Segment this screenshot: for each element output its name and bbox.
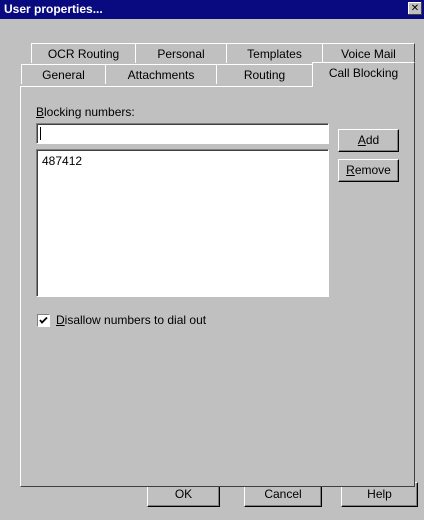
- button-label: emove: [354, 163, 391, 177]
- list-item[interactable]: 487412: [42, 154, 82, 168]
- accelerator-key: B: [36, 105, 45, 119]
- tab-attachments[interactable]: Attachments: [105, 64, 217, 84]
- list-inner: [37, 150, 328, 296]
- tab-routing[interactable]: Routing: [216, 64, 313, 84]
- tab-general[interactable]: General: [21, 64, 106, 84]
- check-icon: [39, 316, 48, 324]
- tab-label: Attachments: [127, 68, 195, 82]
- disallow-label[interactable]: Disallow numbers to dial out: [56, 313, 206, 327]
- label-text: isallow numbers to dial out: [64, 313, 207, 327]
- tab-label: General: [42, 68, 85, 82]
- close-icon[interactable]: ✕: [408, 2, 422, 15]
- button-label: Help: [367, 487, 392, 501]
- accelerator-key: A: [357, 133, 366, 147]
- disallow-checkbox[interactable]: [37, 314, 50, 327]
- tab-label: Voice Mail: [341, 47, 396, 61]
- tab-label: Routing: [243, 68, 286, 82]
- accelerator-key: R: [346, 163, 355, 177]
- blocking-number-input[interactable]: [36, 123, 329, 144]
- window-title: User properties...: [4, 2, 103, 16]
- text-caret: [40, 127, 41, 140]
- tab-label: Templates: [247, 47, 302, 61]
- accelerator-key: D: [56, 313, 65, 327]
- call-blocking-panel: Blocking numbers: 487412 Add Remove Disa…: [20, 86, 415, 487]
- add-button[interactable]: Add: [338, 129, 399, 152]
- tab-label: Call Blocking: [328, 66, 399, 80]
- button-label: OK: [174, 487, 193, 501]
- blocking-numbers-label: Blocking numbers:: [36, 105, 135, 119]
- tab-ocr-routing[interactable]: OCR Routing: [31, 43, 136, 63]
- label-text: locking numbers:: [44, 105, 135, 119]
- button-label: Cancel: [264, 487, 302, 501]
- title-bar: User properties... ✕: [0, 0, 424, 19]
- field-inner: [37, 124, 328, 143]
- user-properties-window: User properties... ✕ OCR Routing Persona…: [0, 0, 424, 520]
- tab-personal[interactable]: Personal: [135, 43, 227, 63]
- tab-voice-mail[interactable]: Voice Mail: [322, 43, 415, 63]
- remove-button[interactable]: Remove: [338, 159, 399, 182]
- tab-label: OCR Routing: [47, 47, 120, 61]
- button-label: dd: [365, 133, 380, 147]
- blocking-numbers-list[interactable]: 487412: [36, 149, 329, 297]
- tab-call-blocking[interactable]: Call Blocking: [312, 62, 415, 87]
- tab-label: Personal: [157, 47, 205, 61]
- tab-templates[interactable]: Templates: [226, 43, 323, 63]
